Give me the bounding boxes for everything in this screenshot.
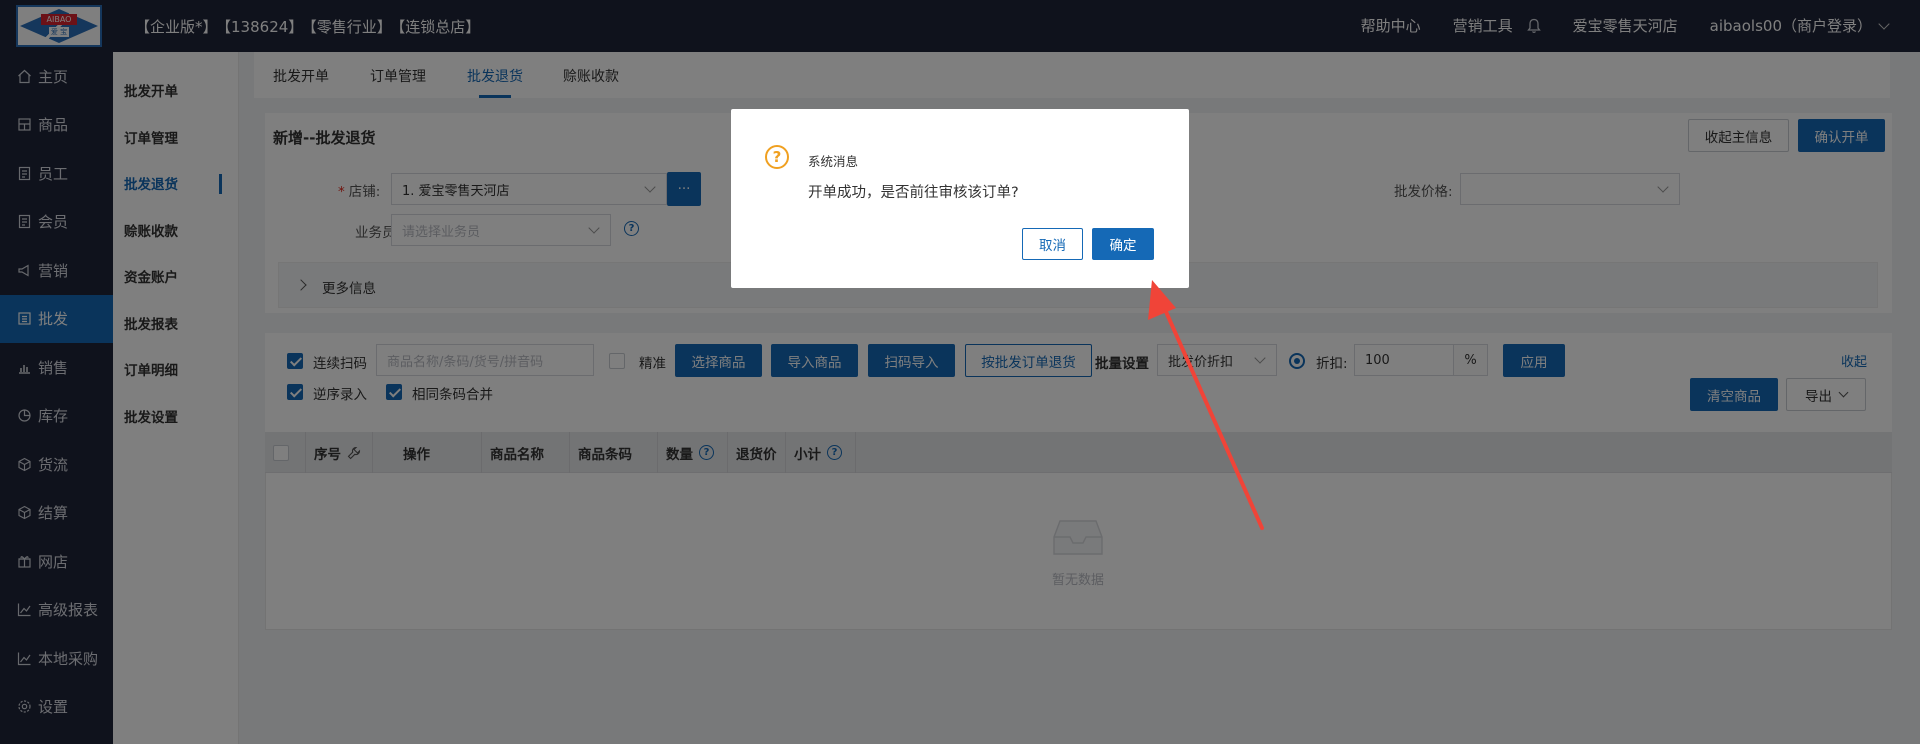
cancel-button[interactable]: 取消 (1022, 228, 1083, 260)
dialog-message: 开单成功，是否前往审核该订单? (808, 185, 1019, 201)
dialog-title: 系统消息 (808, 154, 859, 169)
confirm-button[interactable]: 确定 (1092, 228, 1154, 260)
question-mark-icon: ? (765, 145, 789, 169)
system-message-dialog: ? 系统消息 开单成功，是否前往审核该订单? 取消 确定 (731, 109, 1189, 288)
